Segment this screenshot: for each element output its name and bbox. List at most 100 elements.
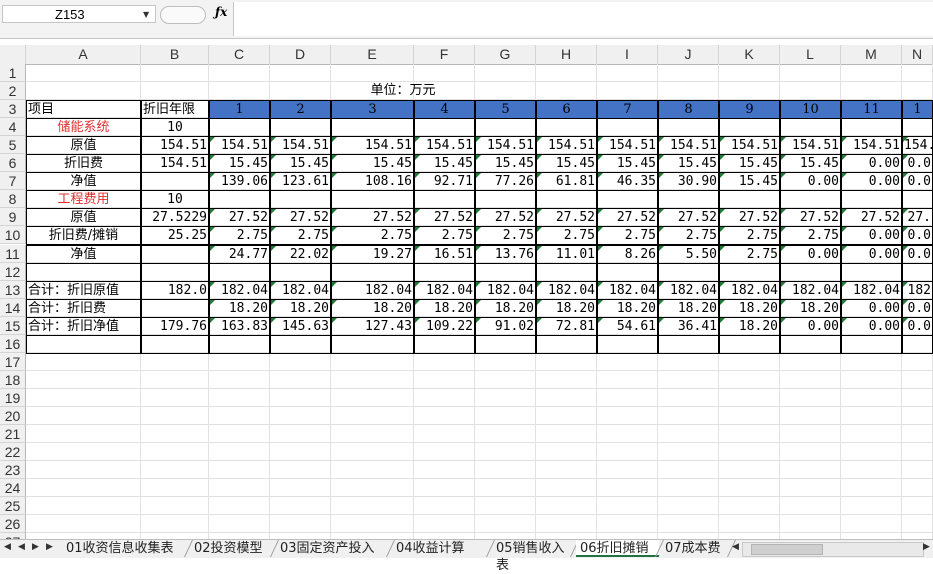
row-header-3[interactable]: 3 [0, 100, 26, 119]
depreciation-cell[interactable]: 2.75 [414, 226, 475, 246]
empty-cell[interactable] [841, 334, 902, 354]
original-value-cell[interactable]: 182.04 [841, 280, 902, 300]
original-value-cell[interactable]: 27.52 [209, 208, 270, 228]
original-value-cell[interactable]: 182.04 [414, 280, 475, 300]
net-value-cell[interactable]: 139.06 [209, 172, 270, 192]
original-value-cell[interactable]: 182.04 [475, 280, 536, 300]
empty-cell[interactable] [780, 118, 841, 138]
original-value-cell[interactable]: 154.51 [597, 136, 658, 156]
empty-cell[interactable] [141, 334, 209, 354]
depreciation-cell[interactable]: 15.45 [414, 154, 475, 174]
scroll-left-icon[interactable]: ◀ [732, 542, 739, 552]
empty-cell[interactable] [270, 262, 331, 282]
original-value-cell[interactable]: 182.04 [209, 280, 270, 300]
depreciation-life[interactable]: 10 [141, 190, 209, 210]
period-header[interactable]: 1 [209, 100, 270, 120]
column-header-c[interactable]: C [209, 45, 270, 64]
row-header-10[interactable]: 10 [0, 226, 26, 245]
original-value-total[interactable]: 154.51 [141, 136, 209, 156]
empty-cell[interactable] [658, 118, 719, 138]
empty-cell[interactable] [475, 118, 536, 138]
net-value-cell[interactable]: 0.0 [902, 244, 933, 264]
row-header-1[interactable]: 1 [0, 64, 26, 83]
row-header-25[interactable]: 25 [0, 497, 26, 516]
period-header[interactable]: 10 [780, 100, 841, 120]
net-value-cell[interactable]: 24.77 [209, 244, 270, 264]
depreciation-total[interactable] [141, 298, 209, 318]
empty-cell[interactable] [902, 262, 933, 282]
empty-cell[interactable] [331, 262, 414, 282]
depreciation-cell[interactable]: 0.00 [841, 154, 902, 174]
section-title-storage[interactable]: 储能系统 [26, 118, 141, 138]
net-value-cell[interactable]: 18.20 [719, 316, 780, 336]
original-value-cell[interactable]: 27.52 [719, 208, 780, 228]
original-value-total[interactable]: 182.0 [141, 280, 209, 300]
empty-cell[interactable] [902, 334, 933, 354]
empty-cell[interactable] [841, 262, 902, 282]
empty-cell[interactable] [841, 190, 902, 210]
period-header[interactable]: 6 [536, 100, 597, 120]
net-value-cell[interactable]: 5.50 [658, 244, 719, 264]
row-label[interactable]: 净值 [26, 244, 141, 264]
original-value-cell[interactable]: 182.04 [270, 280, 331, 300]
row-label[interactable]: 合计：折旧净值 [26, 316, 141, 336]
header-item[interactable]: 项目 [26, 100, 141, 120]
net-value-cell[interactable]: 11.01 [536, 244, 597, 264]
net-value-cell[interactable]: 22.02 [270, 244, 331, 264]
net-value-cell[interactable]: 123.61 [270, 172, 331, 192]
row-header-21[interactable]: 21 [0, 425, 26, 444]
empty-cell[interactable] [209, 334, 270, 354]
row-header-4[interactable]: 4 [0, 118, 26, 137]
column-header-k[interactable]: K [719, 45, 780, 64]
net-value-cell[interactable]: 46.35 [597, 172, 658, 192]
empty-cell[interactable] [270, 118, 331, 138]
net-value-cell[interactable]: 13.76 [475, 244, 536, 264]
empty-cell[interactable] [719, 334, 780, 354]
row-header-20[interactable]: 20 [0, 406, 26, 425]
original-value-cell[interactable]: 27.52 [475, 208, 536, 228]
depreciation-cell[interactable]: 18.20 [270, 298, 331, 318]
depreciation-cell[interactable]: 15.45 [270, 154, 331, 174]
horizontal-scroll-thumb[interactable] [751, 544, 823, 555]
row-header-15[interactable]: 15 [0, 316, 26, 335]
row-header-17[interactable]: 17 [0, 352, 26, 371]
depreciation-cell[interactable]: 18.20 [414, 298, 475, 318]
empty-cell[interactable] [414, 190, 475, 210]
empty-cell[interactable] [475, 190, 536, 210]
empty-cell[interactable] [597, 262, 658, 282]
period-header[interactable]: 9 [719, 100, 780, 120]
original-value-cell[interactable]: 154. [902, 136, 933, 156]
net-value-cell[interactable]: 0.00 [780, 244, 841, 264]
row-header-24[interactable]: 24 [0, 479, 26, 498]
original-value-cell[interactable]: 154.51 [658, 136, 719, 156]
net-value-cell[interactable]: 61.81 [536, 172, 597, 192]
empty-cell[interactable] [331, 334, 414, 354]
net-value-cell[interactable]: 16.51 [414, 244, 475, 264]
fx-icon[interactable]: ƒx [215, 5, 227, 19]
original-value-cell[interactable]: 182 [902, 280, 933, 300]
row-label[interactable]: 净值 [26, 172, 141, 192]
empty-cell[interactable] [141, 262, 209, 282]
depreciation-cell[interactable]: 2.75 [536, 226, 597, 246]
depreciation-cell[interactable]: 18.20 [780, 298, 841, 318]
net-value-cell[interactable]: 2.75 [719, 244, 780, 264]
original-value-total[interactable]: 27.5229 [141, 208, 209, 228]
sheet-tab-7[interactable]: 07成本费 [661, 540, 731, 557]
depreciation-cell[interactable]: 18.20 [475, 298, 536, 318]
empty-cell[interactable] [331, 190, 414, 210]
period-header[interactable]: 4 [414, 100, 475, 120]
row-header-19[interactable]: 19 [0, 388, 26, 407]
net-value-cell[interactable]: 108.16 [331, 172, 414, 192]
net-value-cell[interactable]: 8.26 [597, 244, 658, 264]
empty-cell[interactable] [270, 190, 331, 210]
column-header-f[interactable]: F [414, 45, 475, 64]
depreciation-cell[interactable]: 15.45 [209, 154, 270, 174]
depreciation-cell[interactable]: 0.0 [902, 226, 933, 246]
net-value-cell[interactable]: 72.81 [536, 316, 597, 336]
period-header[interactable]: 8 [658, 100, 719, 120]
sheet-tab-5[interactable]: 05销售收入表 [492, 540, 574, 573]
row-header-9[interactable]: 9 [0, 208, 26, 227]
empty-cell[interactable] [719, 190, 780, 210]
empty-cell[interactable] [780, 334, 841, 354]
row-label[interactable]: 合计：折旧费 [26, 298, 141, 318]
